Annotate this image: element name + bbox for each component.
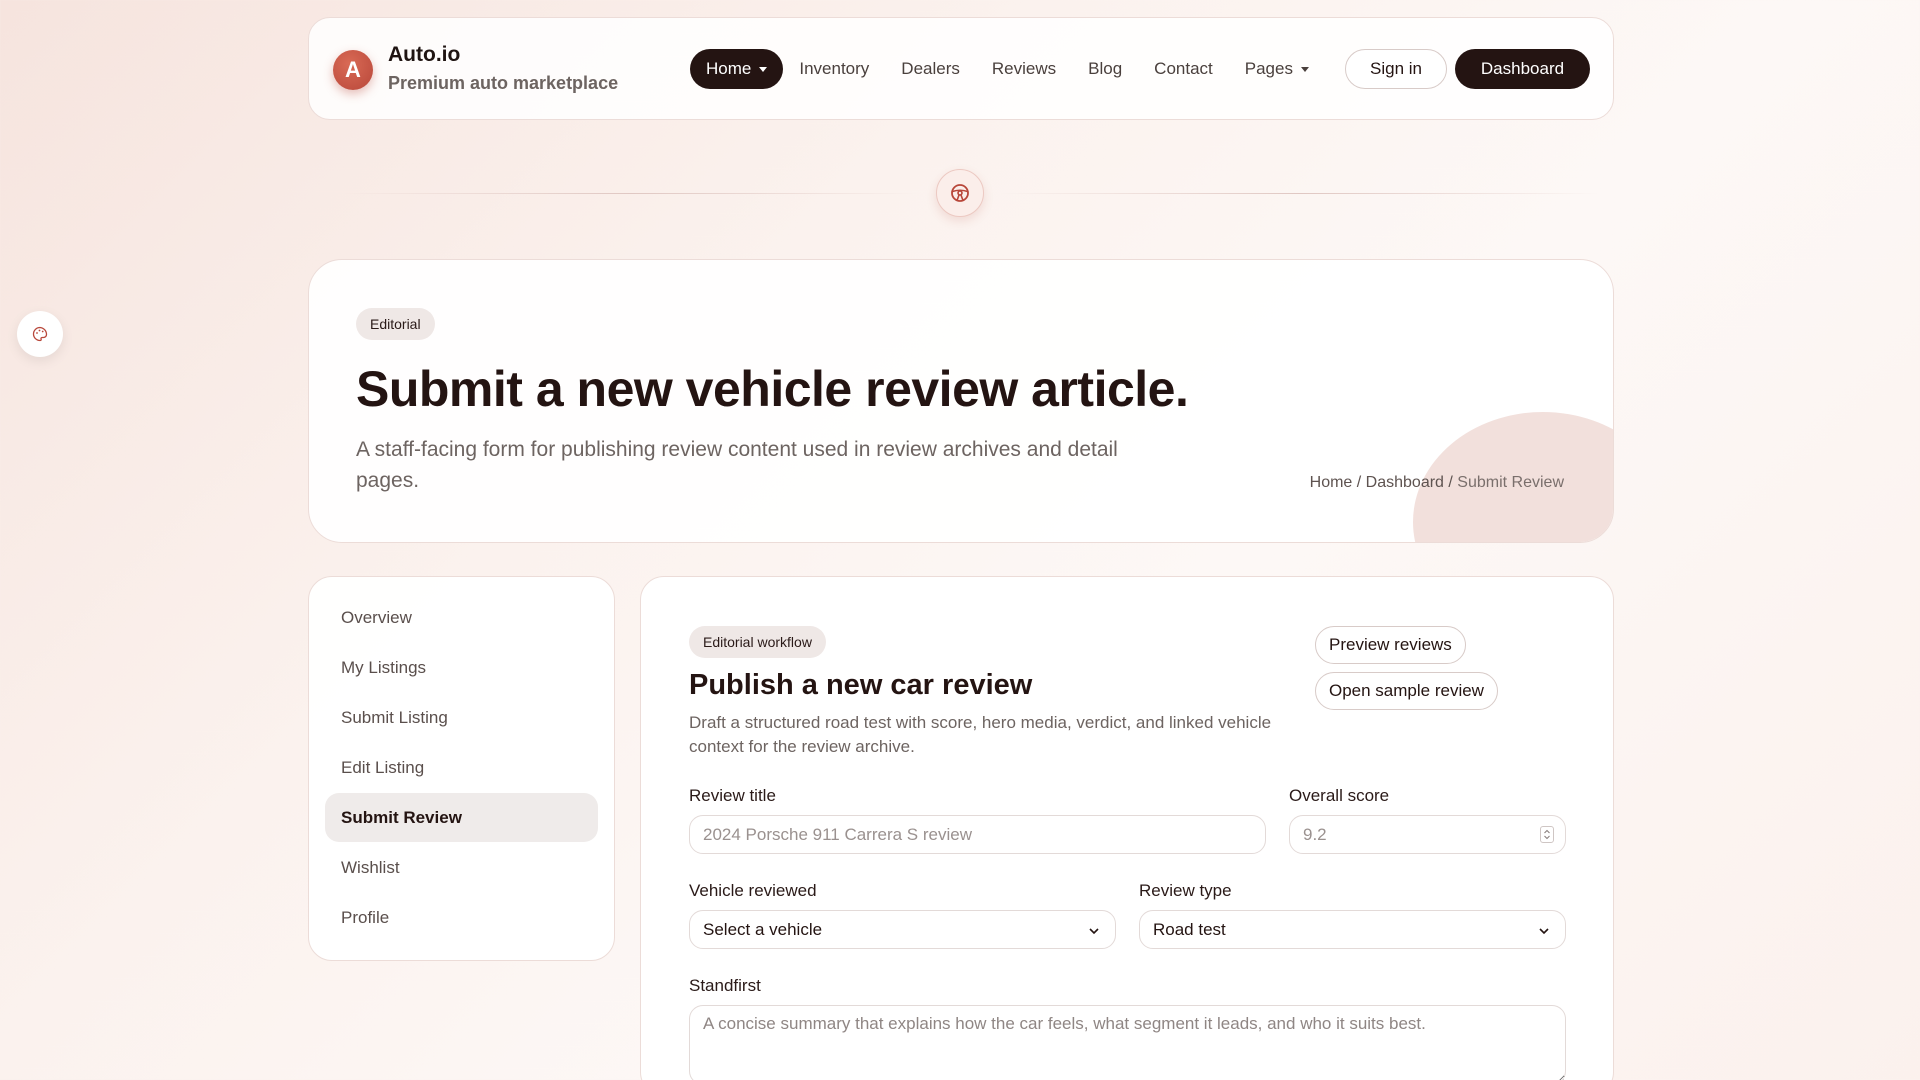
breadcrumb-separator: / xyxy=(1443,474,1458,491)
chevron-down-icon xyxy=(1300,66,1309,72)
review-type-select-value: Road test xyxy=(1153,919,1226,939)
divider-line-right xyxy=(1000,193,1600,194)
overall-score-wrapper xyxy=(1289,815,1566,854)
review-title-label: Review title xyxy=(689,786,776,805)
dashboard-sidebar: Overview My Listings Submit Listing Edit… xyxy=(308,576,615,961)
score-stepper[interactable] xyxy=(1540,826,1554,843)
editorial-workflow-badge: Editorial workflow xyxy=(689,626,826,658)
breadcrumb: Home / Dashboard / Submit Review xyxy=(1310,474,1564,492)
main-nav: Home Inventory Dealers Reviews Blog Cont… xyxy=(690,49,1341,89)
standfirst-textarea[interactable] xyxy=(689,1005,1566,1080)
vehicle-select-value: Select a vehicle xyxy=(703,919,823,939)
hero-card: Editorial Submit a new vehicle review ar… xyxy=(308,259,1614,543)
brand-name[interactable]: Auto.io xyxy=(388,43,460,67)
sidebar-item-edit-listing[interactable]: Edit Listing xyxy=(325,743,598,792)
sidebar-item-my-listings[interactable]: My Listings xyxy=(325,643,598,692)
review-type-label: Review type xyxy=(1139,881,1232,900)
nav-item-contact[interactable]: Contact xyxy=(1154,49,1213,89)
chevron-down-icon xyxy=(759,66,768,72)
breadcrumb-separator: / xyxy=(1352,474,1366,491)
page-subtitle: A staff-facing form for publishing revie… xyxy=(356,438,1118,492)
overall-score-label: Overall score xyxy=(1289,786,1390,805)
review-title-input[interactable] xyxy=(689,815,1266,854)
breadcrumb-current: Submit Review xyxy=(1457,474,1564,491)
nav-pages-label: Pages xyxy=(1244,59,1293,78)
dashboard-button[interactable]: Dashboard xyxy=(1455,49,1590,89)
divider-line-left xyxy=(340,193,920,194)
chevron-down-icon xyxy=(1539,928,1549,935)
page-title: Submit a new vehicle review article. xyxy=(356,361,1189,417)
vehicle-select[interactable]: Select a vehicle xyxy=(689,910,1116,949)
nav-home-label: Home xyxy=(706,59,752,78)
theme-palette-button[interactable] xyxy=(17,311,63,357)
nav-item-blog[interactable]: Blog xyxy=(1088,49,1122,89)
nav-item-reviews[interactable]: Reviews xyxy=(992,49,1056,89)
nav-item-inventory[interactable]: Inventory xyxy=(799,49,869,89)
site-header: A Auto.io Premium auto marketplace Home … xyxy=(308,17,1614,120)
palette-icon xyxy=(32,326,48,342)
overall-score-input[interactable] xyxy=(1289,815,1566,854)
review-type-select[interactable]: Road test xyxy=(1139,910,1566,949)
form-description: Draft a structured road test with score,… xyxy=(689,713,1272,756)
sign-in-button[interactable]: Sign in xyxy=(1345,49,1447,89)
steering-wheel-badge xyxy=(936,169,984,217)
sidebar-item-wishlist[interactable]: Wishlist xyxy=(325,843,598,892)
nav-item-pages[interactable]: Pages xyxy=(1245,49,1309,89)
nav-item-dealers[interactable]: Dealers xyxy=(901,49,960,89)
brand-logo[interactable]: A xyxy=(333,50,373,90)
breadcrumb-dashboard[interactable]: Dashboard xyxy=(1366,474,1444,491)
stepper-arrows-icon xyxy=(1544,829,1550,840)
open-sample-review-button[interactable]: Open sample review xyxy=(1315,672,1498,710)
form-title: Publish a new car review xyxy=(689,669,1033,701)
steering-wheel-icon xyxy=(951,184,969,202)
sidebar-item-profile[interactable]: Profile xyxy=(325,893,598,942)
brand-tagline: Premium auto marketplace xyxy=(388,73,619,93)
vehicle-reviewed-label: Vehicle reviewed xyxy=(689,881,817,900)
breadcrumb-home[interactable]: Home xyxy=(1310,474,1353,491)
sidebar-item-overview[interactable]: Overview xyxy=(325,593,598,642)
chevron-down-icon xyxy=(1089,928,1099,935)
sidebar-item-submit-listing[interactable]: Submit Listing xyxy=(325,693,598,742)
preview-reviews-button[interactable]: Preview reviews xyxy=(1315,626,1466,664)
review-form-card: Editorial workflow Publish a new car rev… xyxy=(640,576,1614,1080)
standfirst-label: Standfirst xyxy=(689,976,761,995)
editorial-badge: Editorial xyxy=(356,308,435,340)
nav-home-button[interactable]: Home xyxy=(690,49,784,89)
sidebar-item-submit-review[interactable]: Submit Review xyxy=(325,793,598,842)
